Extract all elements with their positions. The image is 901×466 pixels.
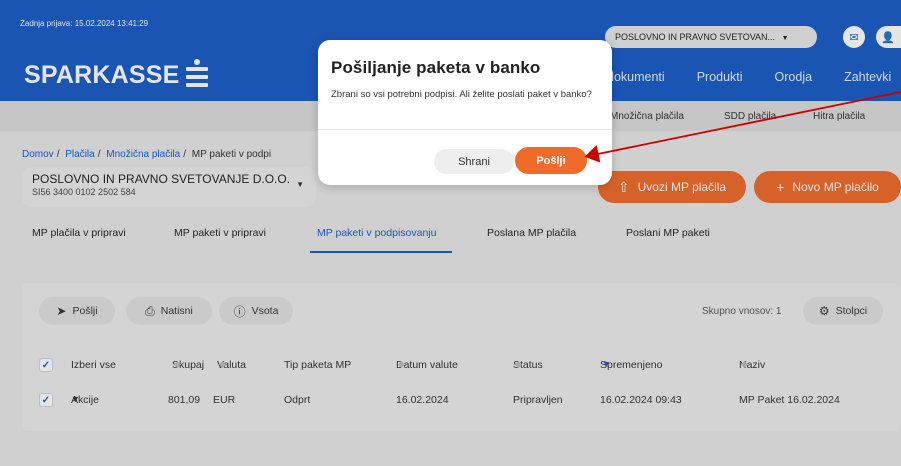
dialog-divider [318, 129, 612, 130]
dialog-title: Pošiljanje paketa v banko [331, 58, 541, 77]
send-package-dialog: Pošiljanje paketa v banko Zbrani so vsi … [318, 40, 612, 185]
save-button[interactable]: Shrani [434, 149, 514, 174]
dialog-message: Zbrani so vsi potrebni podpisi. Ali želi… [331, 89, 592, 100]
send-to-bank-button[interactable]: Pošlji [515, 147, 587, 174]
